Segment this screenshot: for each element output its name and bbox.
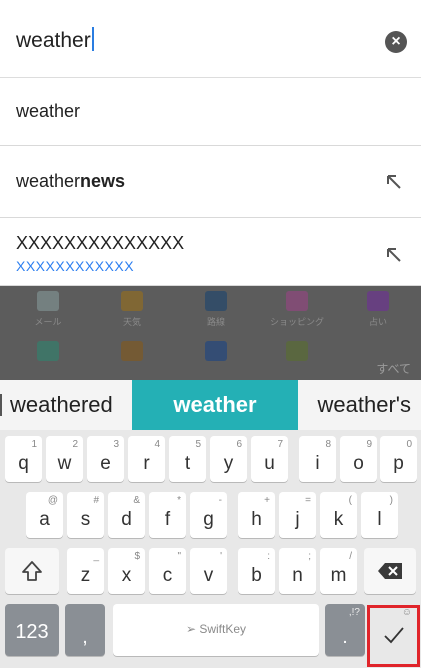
transfer-icon (37, 341, 59, 361)
key-q[interactable]: 1q (5, 436, 42, 482)
suggestion-text: weather (16, 101, 81, 121)
shift-icon (22, 561, 42, 581)
app-grid: メール 天気 路線 ショッピング 占い すべて (0, 286, 421, 380)
key-z[interactable]: _ z (67, 548, 104, 594)
finance-icon (205, 341, 227, 361)
app-shopping[interactable]: ショッピング (252, 286, 342, 333)
numbers-key[interactable]: 123 (5, 604, 59, 656)
app-fortune[interactable]: 占い (336, 286, 420, 333)
suggestion-item[interactable]: weather (0, 78, 421, 146)
arrow-up-left-icon[interactable] (385, 246, 403, 264)
app-finance[interactable] (174, 336, 258, 383)
key-j[interactable]: = j (279, 492, 316, 538)
suggestion-text: XXXXXXXXXXXXXX (16, 233, 185, 253)
cart-icon (286, 291, 308, 311)
key-l[interactable]: ) l (361, 492, 398, 538)
key-n[interactable]: ; n (279, 548, 316, 594)
weather-icon (121, 291, 143, 311)
keyboard: 1q 2w 3e 4r 5t 6y 7u 8i 9o 0p @ a # s & d *… (0, 430, 421, 668)
key-r[interactable]: 4r (128, 436, 165, 482)
suggestion-item[interactable]: weathernews (0, 146, 421, 218)
key-p[interactable]: 0p (380, 436, 417, 482)
app-weather[interactable]: 天気 (90, 286, 174, 333)
key-c[interactable]: " c (149, 548, 186, 594)
shield-icon (286, 341, 308, 361)
app-mail[interactable]: メール (6, 286, 90, 333)
search-input[interactable]: weather (16, 27, 94, 53)
suggestion-item[interactable]: XXXXXXXXXXXXXX XXXXXXXXXXXX (0, 218, 421, 286)
app-train[interactable]: 路線 (174, 286, 258, 333)
close-icon: × (391, 33, 401, 50)
candidate-bar: weathered weather weather's (0, 380, 421, 430)
star-icon (367, 291, 389, 311)
app-security[interactable] (255, 336, 339, 383)
key-f[interactable]: * f (149, 492, 186, 538)
key-e[interactable]: 3e (87, 436, 124, 482)
all-apps-link[interactable]: すべて (376, 360, 411, 377)
key-i[interactable]: 8i (299, 436, 336, 482)
comma-key[interactable]: , (65, 604, 105, 656)
candidate-left[interactable]: weathered (0, 380, 132, 430)
key-d[interactable]: & d (108, 492, 145, 538)
candidate-divider (0, 394, 2, 416)
key-t[interactable]: 5t (169, 436, 206, 482)
swiftkey-logo: ➢ SwiftKey (185, 622, 247, 636)
key-k[interactable]: (k (320, 492, 357, 538)
suggestion-text: weathernews (16, 171, 126, 191)
key-m[interactable]: / m (320, 548, 357, 594)
key-a[interactable]: @ a (26, 492, 63, 538)
key-s[interactable]: # s (67, 492, 104, 538)
space-key[interactable]: ➢ SwiftKey (113, 604, 319, 656)
key-y[interactable]: 6y (210, 436, 247, 482)
delete-key[interactable] (364, 548, 416, 594)
key-b[interactable]: :b (238, 548, 275, 594)
clear-search-button[interactable]: × (385, 31, 407, 53)
candidate-selected[interactable]: weather (132, 380, 298, 430)
suggestion-subtext: XXXXXXXXXXXX (16, 258, 135, 274)
key-w[interactable]: 2w (46, 436, 83, 482)
mail-icon (37, 291, 59, 311)
swiftkey-icon: ➢ (185, 622, 200, 636)
train-icon (205, 291, 227, 311)
key-x[interactable]: $ x (108, 548, 145, 594)
key-u[interactable]: 7u (251, 436, 288, 482)
text-cursor (91, 27, 94, 51)
key-h[interactable]: + h (238, 492, 275, 538)
arrow-up-left-icon[interactable] (385, 173, 403, 191)
auction-icon (121, 341, 143, 361)
app-transfer[interactable] (6, 336, 90, 383)
key-v[interactable]: ' v (190, 548, 227, 594)
period-key[interactable]: ,!? . (325, 604, 365, 656)
key-o[interactable]: 9o (340, 436, 377, 482)
shift-key[interactable] (5, 548, 59, 594)
highlight-frame (367, 605, 420, 667)
app-auction[interactable] (90, 336, 174, 383)
backspace-icon (378, 563, 402, 579)
key-g[interactable]: -g (190, 492, 227, 538)
candidate-right[interactable]: weather's (298, 380, 421, 430)
search-bar: weather × (0, 0, 421, 78)
